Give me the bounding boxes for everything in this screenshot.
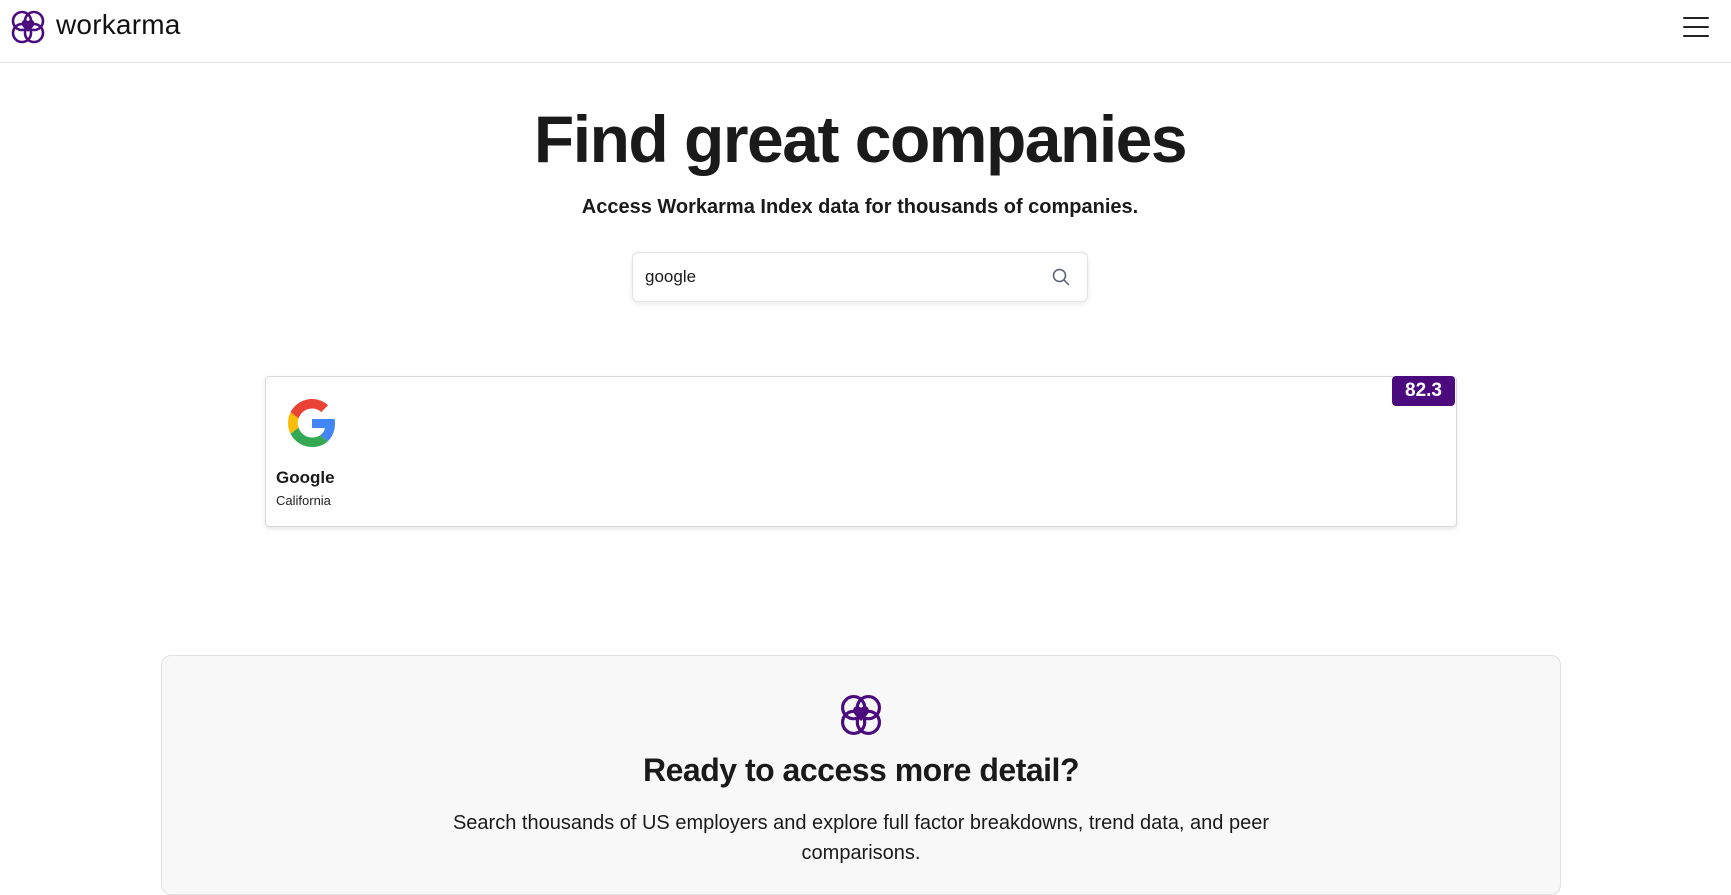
search-input[interactable] bbox=[645, 253, 1025, 301]
company-location: California bbox=[276, 493, 331, 508]
score-badge: 82.3 bbox=[1392, 376, 1455, 406]
workarma-logo-icon bbox=[840, 694, 882, 736]
cta-panel: Ready to access more detail? Search thou… bbox=[161, 655, 1561, 895]
workarma-logo-icon bbox=[11, 10, 45, 44]
company-name: Google bbox=[276, 468, 335, 487]
google-logo-icon bbox=[288, 399, 335, 447]
company-search-box bbox=[632, 252, 1088, 302]
brand-name: workarma bbox=[56, 9, 181, 40]
cta-title: Ready to access more detail? bbox=[643, 752, 1079, 788]
company-result-card[interactable]: 82.3 Google California bbox=[265, 376, 1457, 527]
search-icon[interactable] bbox=[1051, 267, 1071, 287]
site-header: workarma bbox=[0, 0, 1731, 63]
page-title: Find great companies bbox=[533, 102, 1188, 176]
hamburger-menu-icon[interactable] bbox=[1683, 16, 1709, 38]
cta-description: Search thousands of US employers and exp… bbox=[452, 812, 1270, 864]
home-logo-link[interactable]: workarma bbox=[6, 5, 181, 49]
page-subtitle: Access Workarma Index data for thousands… bbox=[581, 196, 1139, 218]
